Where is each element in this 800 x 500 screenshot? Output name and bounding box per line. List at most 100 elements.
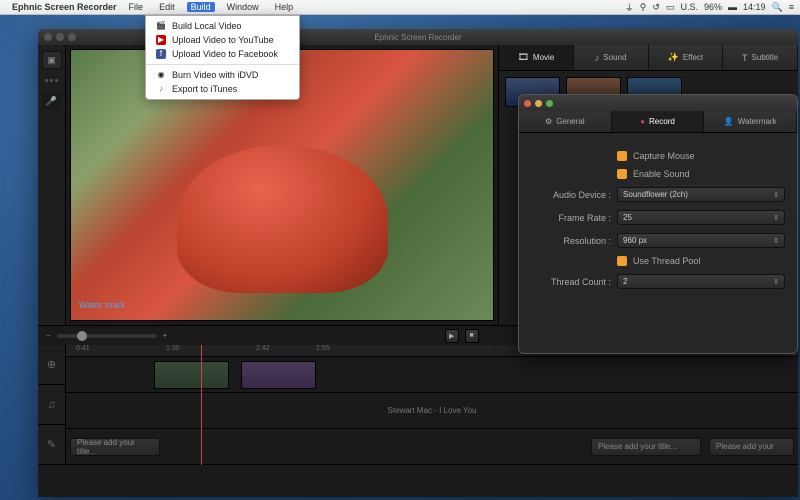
input-flag[interactable]: U.S. <box>680 2 698 12</box>
frame-rate-select[interactable]: 25⇕ <box>617 210 785 225</box>
clock[interactable]: 14:19 <box>743 2 766 12</box>
itunes-icon: ♪ <box>156 84 166 94</box>
ruler-tick: 1:30 <box>166 345 180 352</box>
menu-window[interactable]: Window <box>223 2 263 12</box>
facebook-icon: f <box>156 49 166 59</box>
settings-tab-watermark[interactable]: 👤Watermark <box>704 111 797 132</box>
macos-menubar: Ephnic Screen Recorder File Edit Build W… <box>0 0 800 15</box>
title-clip[interactable]: Please add your <box>709 438 794 456</box>
settings-titlebar[interactable] <box>519 95 797 111</box>
wifi-icon[interactable]: ⏚ <box>625 1 634 14</box>
settings-tab-general[interactable]: ⚙General <box>519 111 612 132</box>
chevron-updown-icon: ⇕ <box>773 214 779 222</box>
film-icon: 🎬 <box>156 21 166 31</box>
close-button[interactable] <box>524 100 531 107</box>
menu-export-itunes[interactable]: ♪Export to iTunes <box>146 82 299 96</box>
video-clip[interactable] <box>241 361 316 389</box>
ruler-tick: 2:42 <box>256 345 270 352</box>
menu-build-local-video[interactable]: 🎬Build Local Video <box>146 19 299 33</box>
enable-sound-label: Enable Sound <box>633 169 690 179</box>
tool-indicator <box>45 79 58 82</box>
notifications-icon[interactable]: ≡ <box>789 2 794 12</box>
camera-tool[interactable]: ▣ <box>42 51 62 69</box>
settings-tabs: ⚙General ●Record 👤Watermark <box>519 111 797 133</box>
thread-count-label: Thread Count : <box>531 277 611 287</box>
track-headers: ⊕ ♫ ✎ <box>38 345 66 465</box>
title-clip[interactable]: Please add your title... <box>70 438 160 456</box>
playhead[interactable] <box>201 345 202 465</box>
disc-icon: ◉ <box>156 70 166 80</box>
audio-track[interactable]: Stewart Mac - I Love You <box>66 393 798 429</box>
ruler-tick: 0:41 <box>76 345 90 352</box>
zoom-out-icon[interactable]: − <box>46 331 51 340</box>
menu-separator <box>146 64 299 65</box>
sound-icon: ♪ <box>595 53 600 63</box>
minimize-button[interactable] <box>535 100 542 107</box>
bluetooth-icon[interactable]: ⚲ <box>640 2 647 13</box>
frame-rate-label: Frame Rate : <box>531 213 611 223</box>
youtube-icon: ▶ <box>156 35 166 45</box>
zoom-in-icon[interactable]: + <box>163 331 168 340</box>
video-track-header[interactable]: ⊕ <box>38 345 65 385</box>
stop-button[interactable]: ■ <box>465 329 479 343</box>
watermark-icon: 👤 <box>724 117 734 126</box>
spotlight-icon[interactable]: 🔍 <box>772 2 783 13</box>
tab-sound[interactable]: ♪Sound <box>574 45 649 70</box>
audio-device-select[interactable]: Soundflower (2ch)⇕ <box>617 187 785 202</box>
sync-icon[interactable]: ↺ <box>652 2 660 13</box>
settings-tab-record[interactable]: ●Record <box>612 111 705 132</box>
title-track[interactable]: Please add your title... Please add your… <box>66 429 798 465</box>
thread-count-select[interactable]: 2⇕ <box>617 274 785 289</box>
zoom-button[interactable] <box>546 100 553 107</box>
chevron-updown-icon: ⇕ <box>773 191 779 199</box>
chevron-updown-icon: ⇕ <box>773 278 779 286</box>
window-title: Ephnic Screen Recorder <box>374 33 461 42</box>
thread-pool-label: Use Thread Pool <box>633 256 700 266</box>
menu-burn-idvd[interactable]: ◉Burn Video with iDVD <box>146 68 299 82</box>
media-tabs: 🎞Movie ♪Sound ✨Effect TSubtitle <box>499 45 798 71</box>
zoom-button[interactable] <box>68 33 76 41</box>
audio-clip-title: Stewart Mac - I Love You <box>388 406 477 415</box>
resolution-select[interactable]: 960 px⇕ <box>617 233 785 248</box>
video-track[interactable] <box>66 357 798 393</box>
enable-sound-checkbox[interactable] <box>617 169 627 179</box>
tab-movie[interactable]: 🎞Movie <box>499 45 574 70</box>
title-track-header[interactable]: ✎ <box>38 425 65 465</box>
battery-percent: 96% <box>704 2 722 12</box>
timeline: ⊕ ♫ ✎ 0:41 1:30 2:42 2:55 Stewart Mac - … <box>38 345 798 465</box>
menu-file[interactable]: File <box>125 2 148 12</box>
title-clip[interactable]: Please add your title... <box>591 438 701 456</box>
battery-icon[interactable]: ▭ <box>666 2 675 13</box>
tab-effect[interactable]: ✨Effect <box>649 45 724 70</box>
menu-upload-facebook[interactable]: fUpload Video to Facebook <box>146 47 299 61</box>
audio-track-header[interactable]: ♫ <box>38 385 65 425</box>
video-clip[interactable] <box>154 361 229 389</box>
menu-edit[interactable]: Edit <box>155 2 179 12</box>
close-button[interactable] <box>44 33 52 41</box>
battery-icon-2: ▬ <box>728 2 737 12</box>
movie-icon: 🎞 <box>517 52 528 63</box>
menu-build[interactable]: Build <box>187 2 215 12</box>
subtitle-icon: T <box>742 53 748 63</box>
menu-help[interactable]: Help <box>271 2 298 12</box>
menu-upload-youtube[interactable]: ▶Upload Video to YouTube <box>146 33 299 47</box>
audio-device-label: Audio Device : <box>531 190 611 200</box>
zoom-slider[interactable] <box>57 334 157 338</box>
capture-mouse-label: Capture Mouse <box>633 151 695 161</box>
mic-tool[interactable]: 🎤 <box>42 92 62 110</box>
capture-mouse-checkbox[interactable] <box>617 151 627 161</box>
gear-icon: ⚙ <box>545 117 552 126</box>
play-button[interactable]: ▶ <box>445 329 459 343</box>
app-name[interactable]: Ephnic Screen Recorder <box>12 2 117 12</box>
watermark-label: Water mark <box>79 300 125 310</box>
resolution-label: Resolution : <box>531 236 611 246</box>
thread-pool-checkbox[interactable] <box>617 256 627 266</box>
minimize-button[interactable] <box>56 33 64 41</box>
record-icon: ● <box>640 117 645 126</box>
left-toolbar: ▣ 🎤 <box>38 45 66 325</box>
ruler-tick: 2:55 <box>316 345 330 352</box>
zoom-knob[interactable] <box>77 331 87 341</box>
build-menu-dropdown: 🎬Build Local Video ▶Upload Video to YouT… <box>145 15 300 100</box>
tab-subtitle[interactable]: TSubtitle <box>723 45 798 70</box>
settings-panel: ⚙General ●Record 👤Watermark Capture Mous… <box>518 94 798 354</box>
